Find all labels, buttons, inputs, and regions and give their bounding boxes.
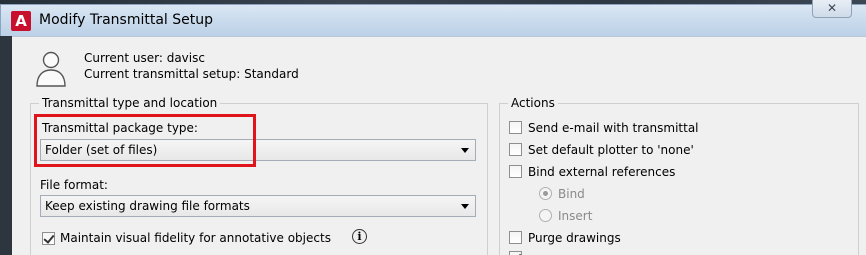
title-bar[interactable]: A Modify Transmittal Setup <box>0 4 866 36</box>
current-user-text: Current user: davisc <box>84 51 205 65</box>
dialog-title: Modify Transmittal Setup <box>39 12 214 28</box>
purge-drawings-checkbox[interactable] <box>509 231 522 244</box>
maintain-fidelity-checkbox[interactable] <box>42 232 55 245</box>
insert-radio[interactable] <box>539 209 552 222</box>
insert-radio-label: Insert <box>558 209 593 223</box>
file-format-value: Keep existing drawing file formats <box>45 199 250 213</box>
next-action-checkbox[interactable] <box>509 251 522 255</box>
send-email-checkbox[interactable] <box>509 121 522 134</box>
maintain-fidelity-label: Maintain visual fidelity for annotative … <box>60 231 331 245</box>
close-button[interactable]: ✕ <box>812 0 852 18</box>
chevron-down-icon <box>461 148 469 153</box>
file-format-label: File format: <box>40 178 108 192</box>
autocad-icon: A <box>11 11 31 31</box>
purge-drawings-label: Purge drawings <box>528 231 621 245</box>
dialog-client-area: Current user: davisc Current transmittal… <box>12 36 866 255</box>
transmittal-type-group-legend: Transmittal type and location <box>39 96 221 110</box>
bind-xrefs-label: Bind external references <box>528 165 676 179</box>
bind-xrefs-checkbox[interactable] <box>509 165 522 178</box>
bind-radio[interactable] <box>539 187 552 200</box>
info-icon[interactable]: i <box>352 229 367 244</box>
file-format-dropdown[interactable]: Keep existing drawing file formats <box>40 195 476 217</box>
bind-radio-label: Bind <box>558 187 585 201</box>
set-plotter-none-label: Set default plotter to 'none' <box>528 143 694 157</box>
user-silhouette-icon <box>36 51 66 87</box>
chevron-down-icon <box>461 204 469 209</box>
set-plotter-none-checkbox[interactable] <box>509 143 522 156</box>
actions-group-legend: Actions <box>508 96 558 110</box>
modify-transmittal-setup-dialog: A Modify Transmittal Setup ✕ Current use… <box>0 0 866 255</box>
current-setup-text: Current transmittal setup: Standard <box>84 67 299 81</box>
close-icon: ✕ <box>826 1 838 15</box>
send-email-label: Send e-mail with transmittal <box>528 121 699 135</box>
highlight-annotation-box <box>34 114 256 167</box>
